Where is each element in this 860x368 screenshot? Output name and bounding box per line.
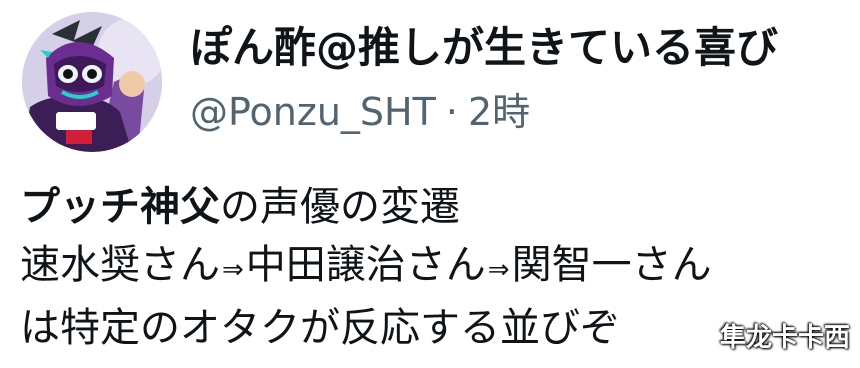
tweet-line-2-c: 関智一さん	[511, 242, 712, 288]
tweet-meta: @Ponzu_SHT · 2時	[190, 88, 530, 136]
arrow-icon: ⇒	[222, 255, 244, 285]
tweet-line-1-rest: の声優の変遷	[220, 184, 460, 230]
arrow-icon: ⇒	[487, 255, 510, 285]
tweet-bold-text: プッチ神父	[20, 184, 220, 230]
meta-separator: ·	[445, 90, 458, 134]
user-handle[interactable]: @Ponzu_SHT	[190, 90, 436, 134]
tweet-line-1: プッチ神父の声優の変遷	[20, 178, 850, 236]
tweet-timestamp[interactable]: 2時	[468, 90, 530, 134]
tweet-line-2-b: 中田譲治さん	[245, 242, 486, 288]
tweet-line-2: 速水奨さん⇒中田譲治さん⇒関智一さん	[20, 236, 850, 299]
display-name[interactable]: ぽん酢@推しが生きている喜び	[190, 22, 778, 74]
watermark: 隼龙卡卡西	[719, 323, 850, 353]
masked-hero-avatar-icon	[22, 12, 162, 152]
avatar[interactable]	[22, 12, 162, 152]
tweet-line-2-a: 速水奨さん	[20, 242, 220, 288]
